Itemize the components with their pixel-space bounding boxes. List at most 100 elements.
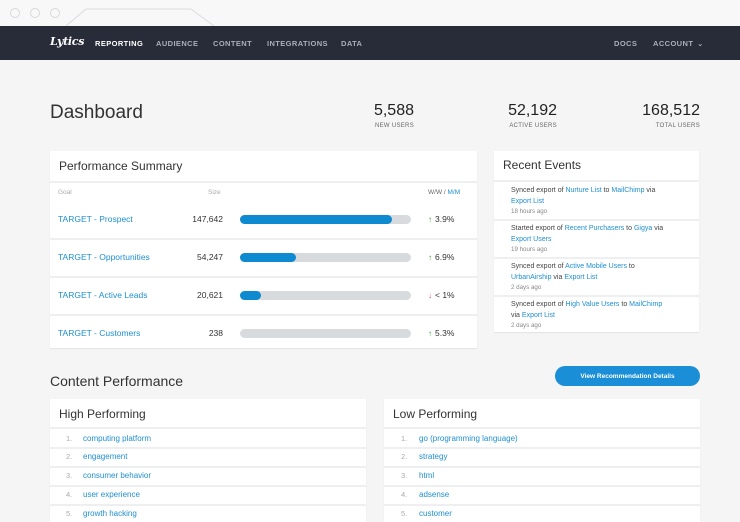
divider [494,219,699,221]
event-link-integration[interactable]: UrbanAirship [511,274,551,281]
progress-bar [240,215,411,224]
topic-link[interactable]: adsense [419,490,449,499]
progress-bar [240,291,411,300]
topic-link[interactable]: engagement [83,452,127,461]
event-link-integration[interactable]: MailChimp [629,301,662,308]
event-text: to [626,263,635,270]
divider [384,447,700,449]
list-item: 5. growth hacking [50,504,366,522]
event-text: Started export of [511,225,565,232]
nav-docs[interactable]: DOCS [614,39,637,48]
progress-bar [240,329,411,338]
divider [50,276,477,278]
topic-link[interactable]: go (programming language) [419,434,518,443]
arrow-down-icon: ↓ [428,291,432,300]
event-link-audience[interactable]: Recent Purchasers [565,225,625,232]
progress-fill [240,253,297,262]
goal-size: 54,247 [197,252,223,262]
topic-link[interactable]: strategy [419,452,447,461]
window-minimize-dot[interactable] [30,8,40,18]
nav-account[interactable]: ACCOUNT ⌄ [653,39,704,48]
top-nav: Lytics REPORTING AUDIENCE CONTENT INTEGR… [0,26,740,60]
stat-label: NEW USERS [374,123,414,129]
progress-fill [240,215,393,224]
change-text: 3.9% [435,214,455,224]
panel-title: Recent Events [503,158,582,172]
table-row: TARGET - Active Leads 20,621 ↓ < 1% [50,276,477,314]
event-link-audience[interactable]: High Value Users [565,301,619,308]
window-maximize-dot[interactable] [50,8,60,18]
event-item: Started export of Recent Purchasers to G… [494,219,699,258]
topic-link[interactable]: user experience [83,490,140,499]
divider [50,466,366,468]
window-close-dot[interactable] [10,8,20,18]
topic-link[interactable]: html [419,471,434,480]
change-value: ↓ < 1% [428,290,455,300]
event-time: 19 hours ago [511,246,548,253]
event-link-workflow[interactable]: Export List [511,198,544,205]
list-index: 4. [66,490,73,499]
stat-label: ACTIVE USERS [509,123,557,129]
topic-link[interactable]: customer [419,509,452,518]
nav-data[interactable]: DATA [341,39,362,48]
browser-tab[interactable] [66,8,216,26]
recent-events-panel: Recent Events Synced export of Nurture L… [494,151,699,332]
event-text: Synced export of [511,301,566,308]
divider [50,504,366,506]
column-header-size: Size [208,189,221,196]
divider [384,504,700,506]
goal-link[interactable]: TARGET - Customers [58,328,140,338]
stat-value: 5,588 [373,102,414,119]
event-time: 2 days ago [511,322,542,329]
event-text: to [624,225,634,232]
divider [50,485,366,487]
list-index: 3. [401,471,408,480]
event-text: Synced export of [511,187,566,194]
stat-active-users: 52,192 ACTIVE USERS [508,102,557,129]
event-link-workflow[interactable]: Export Users [511,236,551,243]
event-link-workflow[interactable]: Export List [564,274,597,281]
goal-size: 238 [208,328,223,338]
event-link-integration[interactable]: MailChimp [611,187,644,194]
column-header-change: W/W / M/M [428,189,460,196]
divider [384,466,700,468]
change-value: ↑ 3.9% [428,214,454,224]
view-recommendation-details-button[interactable]: View Recommendation Details [555,366,700,386]
topic-link[interactable]: consumer behavior [83,471,151,480]
list-item: 2. engagement [50,447,366,466]
event-text: Synced export of [511,263,566,270]
event-link-audience[interactable]: Active Mobile Users [565,263,627,270]
event-text: via [511,312,522,319]
list-index: 4. [401,490,408,499]
list-item: 5. customer [384,504,700,522]
divider [50,238,477,240]
event-link-integration[interactable]: Gigya [634,225,652,232]
divider [50,314,477,316]
goal-link[interactable]: TARGET - Opportunities [58,252,150,262]
list-item: 3. html [384,466,700,485]
nav-content[interactable]: CONTENT [213,39,252,48]
event-link-workflow[interactable]: Export List [522,312,555,319]
column-header-goal: Goal [58,189,72,196]
event-link-audience[interactable]: Nurture List [565,187,601,194]
lytics-logo[interactable]: Lytics [50,35,84,48]
panel-title: Performance Summary [59,159,183,173]
topic-link[interactable]: growth hacking [83,509,137,518]
list-index: 2. [66,452,73,461]
event-text: via [551,274,565,281]
change-text: < 1% [435,290,455,300]
nav-integrations[interactable]: INTEGRATIONS [267,39,328,48]
nav-reporting[interactable]: REPORTING [95,39,143,48]
toggle-ww[interactable]: W/W / [428,189,448,196]
list-index: 1. [401,434,408,443]
list-item: 2. strategy [384,447,700,466]
topic-link[interactable]: computing platform [83,434,151,443]
low-performing-panel: Low Performing 1. go (programming languag… [384,399,700,522]
goal-size: 147,642 [192,214,223,224]
event-text: to [601,187,612,194]
nav-audience[interactable]: AUDIENCE [156,39,198,48]
goal-link[interactable]: TARGET - Active Leads [58,290,147,300]
goal-link[interactable]: TARGET - Prospect [58,214,133,224]
event-item: Synced export of Nurture List to MailChi… [494,182,699,220]
toggle-mm[interactable]: M/M [448,189,461,196]
